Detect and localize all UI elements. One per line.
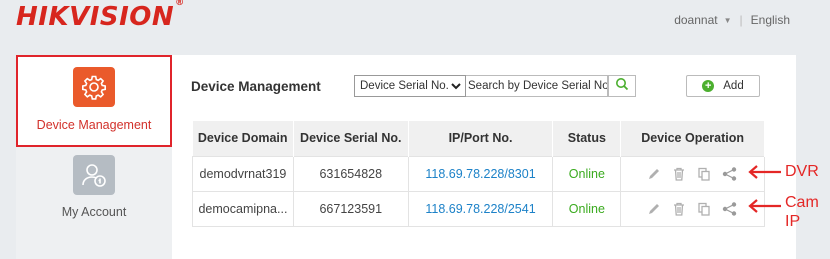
device-table: Device Domain Device Serial No. IP/Port … [192, 121, 765, 227]
copy-icon[interactable] [697, 167, 711, 181]
column-header: IP/Port No. [408, 121, 554, 156]
column-header: Device Serial No. [293, 121, 409, 156]
status-text: Online [552, 190, 622, 227]
device-serial: 667123591 [293, 190, 409, 227]
annotation-ip: IP [785, 213, 801, 230]
delete-icon[interactable] [672, 167, 686, 181]
table-row: democamipna... 667123591 118.69.78.228/2… [192, 190, 765, 227]
hikvision-logo: HIKVISION® [16, 0, 185, 32]
chevron-down-icon [451, 80, 461, 95]
device-operations [620, 155, 765, 191]
caret-down-icon[interactable]: ▼ [724, 16, 732, 25]
search-field-value: Device Serial No. [360, 80, 449, 92]
annotation-arrow-icon [748, 199, 781, 213]
copy-icon[interactable] [697, 202, 711, 216]
share-icon[interactable] [722, 166, 738, 181]
user-menu[interactable]: doannat [674, 13, 717, 27]
status-text: Online [552, 155, 622, 191]
sidebar-item-my-account[interactable]: My Account [16, 155, 172, 227]
sidebar: Device Management My Account [16, 55, 172, 259]
gear-icon [73, 67, 115, 107]
device-domain: democamipna... [192, 190, 294, 227]
search-input[interactable] [466, 75, 608, 97]
device-serial: 631654828 [293, 155, 409, 191]
delete-icon[interactable] [672, 202, 686, 216]
divider: | [739, 13, 743, 27]
annotation-cam: Cam [785, 194, 819, 211]
plus-icon: + [702, 80, 715, 92]
edit-icon[interactable] [647, 202, 661, 216]
active-pointer [160, 95, 166, 105]
search-icon [615, 77, 629, 96]
column-header: Device Domain [192, 121, 294, 156]
column-header: Device Operation [620, 121, 765, 156]
search-field-select[interactable]: Device Serial No. [354, 75, 466, 97]
sidebar-item-device-management[interactable]: Device Management [16, 55, 172, 147]
main-panel: Device Management Device Serial No. + Ad… [172, 55, 796, 259]
edit-icon[interactable] [647, 167, 661, 181]
ip-port-link[interactable]: 118.69.78.228/8301 [408, 155, 554, 191]
page-title: Device Management [191, 79, 321, 94]
add-button[interactable]: + Add [686, 75, 760, 97]
annotation-dvr: DVR [785, 163, 819, 180]
annotation-arrow-icon [748, 165, 781, 179]
device-domain: demodvrnat319 [192, 155, 294, 191]
device-operations [620, 190, 765, 227]
search-button[interactable] [608, 75, 636, 97]
table-row: demodvrnat319 631654828 118.69.78.228/83… [192, 155, 765, 191]
sidebar-item-label: My Account [61, 205, 127, 219]
ip-port-link[interactable]: 118.69.78.228/2541 [408, 190, 554, 227]
share-icon[interactable] [722, 201, 738, 216]
top-bar: doannat ▼ | English [674, 13, 790, 27]
table-header-row: Device Domain Device Serial No. IP/Port … [192, 121, 765, 156]
add-label: Add [723, 80, 744, 92]
sidebar-item-label: Device Management [36, 118, 152, 132]
language-switch[interactable]: English [751, 13, 790, 27]
column-header: Status [552, 121, 622, 156]
user-icon [73, 155, 115, 195]
